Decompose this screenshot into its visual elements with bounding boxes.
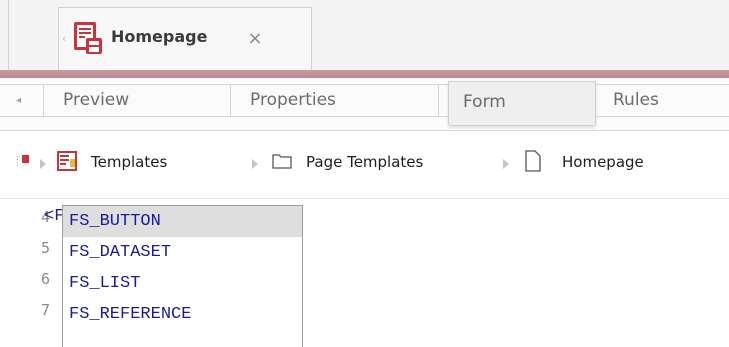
tab-scroll-left-icon[interactable]: ◂ [0, 85, 44, 116]
line-number: 5 [40, 239, 50, 257]
autocomplete-popup: FS_BUTTON FS_DATASET FS_LIST FS_REFERENC… [62, 205, 303, 347]
document-tab-strip: ‹ Homepage × [0, 0, 729, 70]
view-tab-row: ◂ Preview Properties Rules [0, 84, 729, 117]
breadcrumb-item-page-templates[interactable]: Page Templates [306, 153, 423, 171]
breadcrumb: Templates Page Templates Homepage [0, 131, 729, 199]
autocomplete-item[interactable]: FS_BUTTON [63, 206, 302, 237]
line-number: 7 [40, 301, 50, 319]
autocomplete-item[interactable]: FS_LIST [63, 268, 302, 299]
tab-form[interactable]: Form [448, 81, 596, 126]
tab-rules[interactable]: Rules [594, 85, 729, 116]
document-tab-homepage[interactable]: ‹ Homepage × [58, 7, 312, 70]
breadcrumb-separator [503, 159, 509, 169]
tab-properties[interactable]: Properties [231, 85, 439, 116]
autocomplete-item[interactable]: FS_DATASET [63, 237, 302, 268]
breadcrumb-item-homepage[interactable]: Homepage [562, 153, 644, 171]
folder-icon[interactable] [272, 152, 292, 170]
document-icon[interactable] [525, 150, 541, 172]
tab-preview[interactable]: Preview [44, 85, 231, 116]
view-tab-bar: ◂ Preview Properties Rules Form [0, 78, 729, 131]
breadcrumb-separator [40, 159, 46, 169]
breadcrumb-item-templates[interactable]: Templates [91, 153, 167, 171]
page-template-icon [74, 22, 102, 54]
accent-bar [0, 70, 729, 78]
autocomplete-item[interactable]: FS_REFERENCE [63, 299, 302, 330]
line-number: 6 [40, 270, 50, 288]
strip-divider [8, 0, 9, 70]
document-tab-title: Homepage [111, 27, 208, 46]
project-icon[interactable] [16, 154, 32, 172]
code-editor[interactable]: 4 5 6 7 <F FS_BUTTON FS_DATASET FS_LIST … [0, 200, 729, 347]
templates-icon[interactable] [56, 150, 78, 172]
breadcrumb-separator [252, 159, 258, 169]
close-icon[interactable]: × [245, 29, 265, 49]
